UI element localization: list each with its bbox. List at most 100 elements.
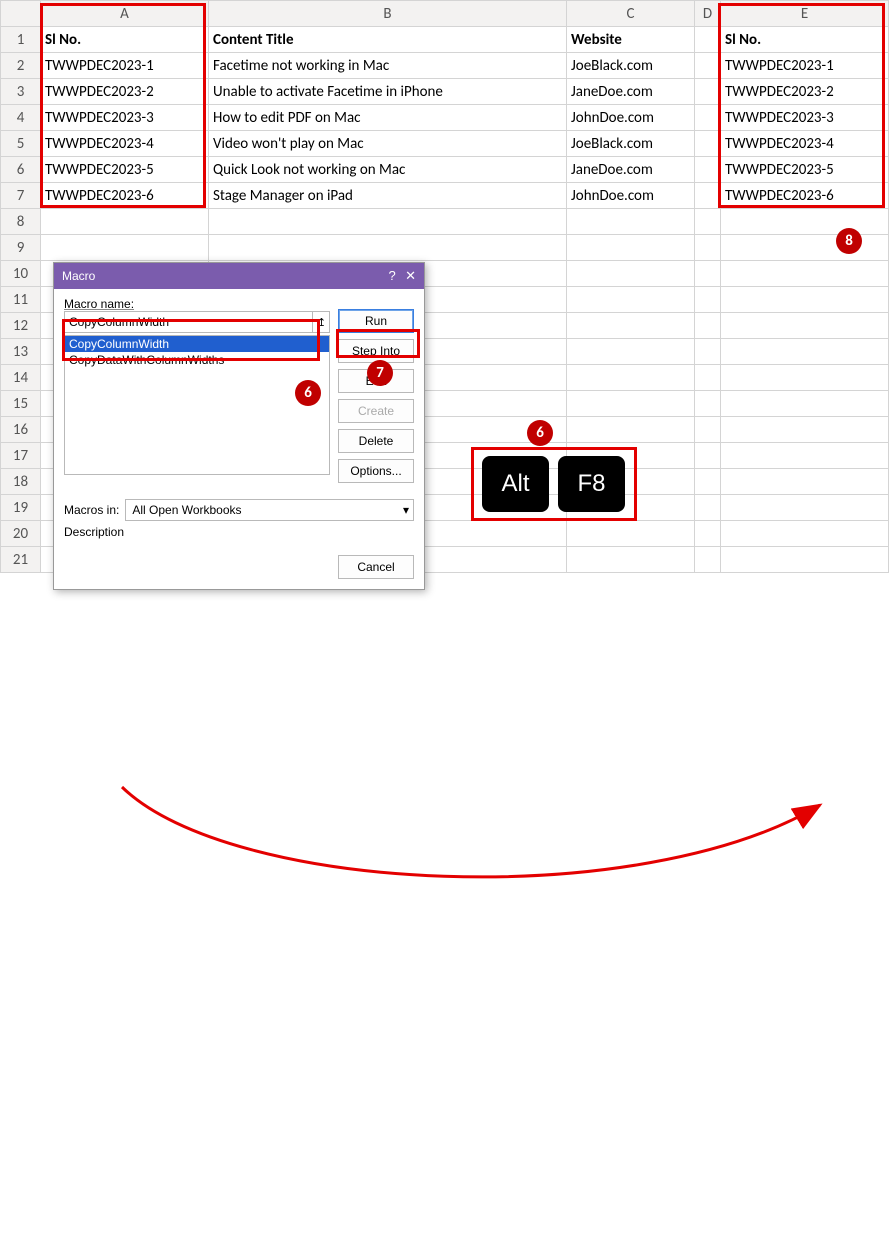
row-header[interactable]: 7 <box>1 183 41 209</box>
row-header[interactable]: 14 <box>1 365 41 391</box>
row-header[interactable]: 2 <box>1 53 41 79</box>
cell[interactable]: JohnDoe.com <box>567 183 695 209</box>
row-header[interactable]: 11 <box>1 287 41 313</box>
cell[interactable]: How to edit PDF on Mac <box>209 105 567 131</box>
cell[interactable]: TWWPDEC2023-2 <box>41 79 209 105</box>
cell[interactable] <box>41 209 209 235</box>
column-header[interactable]: A <box>41 1 209 27</box>
column-header[interactable] <box>1 1 41 27</box>
cell[interactable] <box>695 443 721 469</box>
cell[interactable]: TWWPDEC2023-3 <box>721 105 889 131</box>
cell[interactable]: TWWPDEC2023-1 <box>41 53 209 79</box>
row-header[interactable]: 9 <box>1 235 41 261</box>
row-header[interactable]: 16 <box>1 417 41 443</box>
cell[interactable]: Content Title <box>209 27 567 53</box>
cell[interactable] <box>695 261 721 287</box>
column-header[interactable]: D <box>695 1 721 27</box>
cell[interactable] <box>695 365 721 391</box>
row-header[interactable]: 4 <box>1 105 41 131</box>
reference-icon[interactable]: ↥ <box>312 311 330 333</box>
run-button[interactable]: Run <box>338 309 414 333</box>
cell[interactable] <box>695 105 721 131</box>
cell[interactable] <box>721 339 889 365</box>
cell[interactable] <box>695 183 721 209</box>
cell[interactable]: JoeBlack.com <box>567 131 695 157</box>
cell[interactable] <box>695 469 721 495</box>
cell[interactable] <box>721 443 889 469</box>
cell[interactable]: Facetime not working in Mac <box>209 53 567 79</box>
cell[interactable]: TWWPDEC2023-5 <box>721 157 889 183</box>
column-header[interactable]: B <box>209 1 567 27</box>
row-header[interactable]: 15 <box>1 391 41 417</box>
cell[interactable] <box>567 417 695 443</box>
cell[interactable] <box>721 313 889 339</box>
cell[interactable] <box>721 287 889 313</box>
cell[interactable]: Sl No. <box>41 27 209 53</box>
column-header[interactable]: E <box>721 1 889 27</box>
cell[interactable] <box>695 131 721 157</box>
cell[interactable]: Stage Manager on iPad <box>209 183 567 209</box>
cell[interactable]: TWWPDEC2023-4 <box>41 131 209 157</box>
help-icon[interactable]: ? <box>389 268 396 283</box>
cell[interactable]: JaneDoe.com <box>567 157 695 183</box>
row-header[interactable]: 21 <box>1 547 41 573</box>
cell[interactable] <box>695 495 721 521</box>
cell[interactable] <box>567 261 695 287</box>
cell[interactable]: TWWPDEC2023-5 <box>41 157 209 183</box>
dialog-titlebar[interactable]: Macro ? ✕ <box>54 263 424 289</box>
cell[interactable] <box>721 235 889 261</box>
row-header[interactable]: 1 <box>1 27 41 53</box>
cell[interactable] <box>695 313 721 339</box>
cell[interactable] <box>695 209 721 235</box>
cell[interactable] <box>721 391 889 417</box>
cell[interactable] <box>695 547 721 573</box>
cell[interactable] <box>567 365 695 391</box>
cell[interactable] <box>721 417 889 443</box>
row-header[interactable]: 13 <box>1 339 41 365</box>
cell[interactable] <box>721 209 889 235</box>
cell[interactable] <box>567 209 695 235</box>
cell[interactable] <box>567 339 695 365</box>
delete-button[interactable]: Delete <box>338 429 414 453</box>
cell[interactable] <box>695 27 721 53</box>
cell[interactable] <box>695 53 721 79</box>
column-header[interactable]: C <box>567 1 695 27</box>
row-header[interactable]: 10 <box>1 261 41 287</box>
macro-list-item[interactable]: CopyColumnWidth <box>65 336 329 352</box>
row-header[interactable]: 20 <box>1 521 41 547</box>
row-header[interactable]: 18 <box>1 469 41 495</box>
cell[interactable] <box>567 391 695 417</box>
cell[interactable] <box>695 391 721 417</box>
macros-in-select[interactable]: All Open Workbooks ▾ <box>125 499 414 521</box>
macro-list-item[interactable]: CopyDataWithColumnWidths <box>65 352 329 368</box>
cell[interactable]: TWWPDEC2023-3 <box>41 105 209 131</box>
cell[interactable] <box>695 287 721 313</box>
cell[interactable] <box>695 521 721 547</box>
cell[interactable] <box>695 79 721 105</box>
close-icon[interactable]: ✕ <box>405 268 416 283</box>
cell[interactable]: TWWPDEC2023-1 <box>721 53 889 79</box>
cell[interactable] <box>567 521 695 547</box>
row-header[interactable]: 6 <box>1 157 41 183</box>
cell[interactable] <box>567 313 695 339</box>
row-header[interactable]: 19 <box>1 495 41 521</box>
cell[interactable] <box>695 235 721 261</box>
cell[interactable] <box>721 521 889 547</box>
cell[interactable] <box>567 547 695 573</box>
cell[interactable] <box>721 547 889 573</box>
cell[interactable]: TWWPDEC2023-4 <box>721 131 889 157</box>
row-header[interactable]: 8 <box>1 209 41 235</box>
cell[interactable] <box>721 261 889 287</box>
options-button[interactable]: Options... <box>338 459 414 483</box>
cell[interactable] <box>41 235 209 261</box>
cell[interactable] <box>721 365 889 391</box>
cell[interactable]: JohnDoe.com <box>567 105 695 131</box>
cell[interactable]: Video won't play on Mac <box>209 131 567 157</box>
cell[interactable] <box>721 495 889 521</box>
cell[interactable] <box>567 235 695 261</box>
cell[interactable]: Website <box>567 27 695 53</box>
cell[interactable] <box>567 287 695 313</box>
cell[interactable]: TWWPDEC2023-2 <box>721 79 889 105</box>
macro-name-input[interactable] <box>64 311 330 333</box>
cell[interactable] <box>721 469 889 495</box>
